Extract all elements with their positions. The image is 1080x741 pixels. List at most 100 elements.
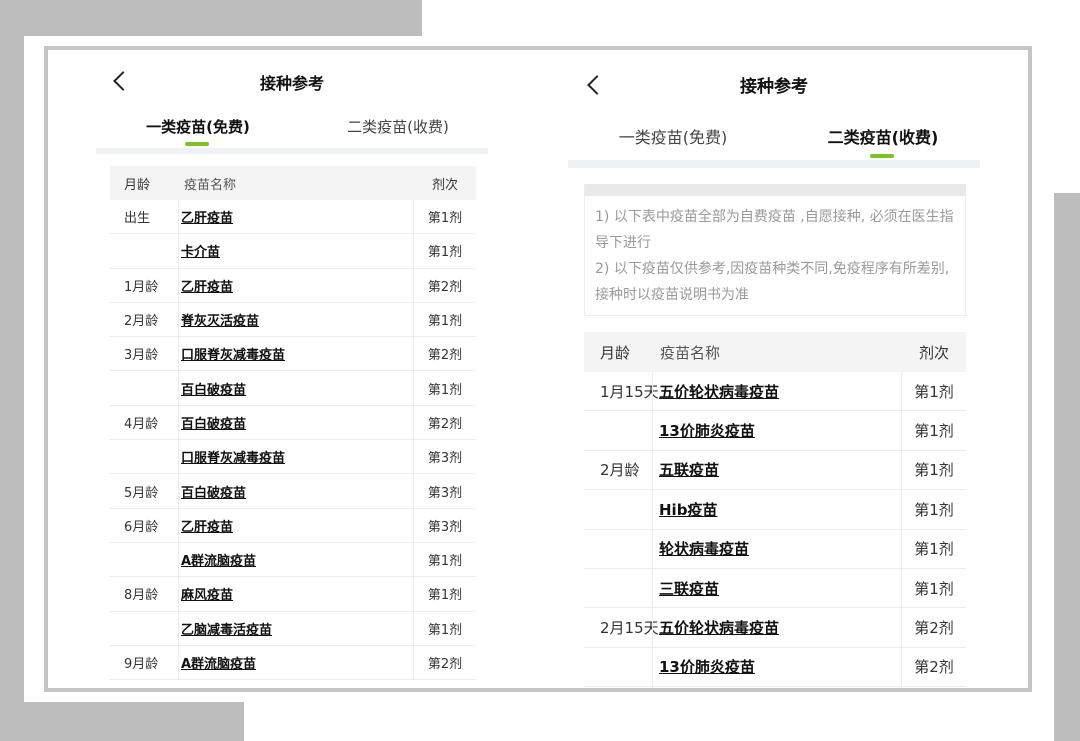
decor-block-top-left xyxy=(0,0,422,36)
table-row: 轮状病毒疫苗 第1剂 xyxy=(584,529,966,569)
table-row: 2月龄 五联疫苗 第1剂 xyxy=(584,450,966,491)
table-row: 1月15天 五价轮状病毒疫苗 第1剂 xyxy=(584,372,966,412)
row-dose: 第1剂 xyxy=(914,382,954,401)
table-row: 8月龄 麻风疫苗 第1剂 xyxy=(110,577,476,612)
left-screen: 接种参考 一类疫苗(免费) 二类疫苗(收费) 月龄 疫苗名称 剂次 出生 乙肝疫苗… xyxy=(48,50,536,688)
table-row: 百白破疫苗 第1剂 xyxy=(110,371,476,406)
notice-top-band xyxy=(585,184,965,196)
row-name-cell: 麻风疫苗 xyxy=(178,577,414,611)
row-dose: 第2剂 xyxy=(914,619,954,638)
row-name-cell: 五价轮状病毒疫苗 xyxy=(652,608,902,647)
vaccine-link[interactable]: 13价肺炎疫苗 xyxy=(659,656,755,677)
row-age: 4月龄 xyxy=(124,416,159,432)
row-name-cell: 脊灰灭活疫苗 xyxy=(178,302,414,337)
page-title: 接种参考 xyxy=(259,74,324,93)
table-row: 13价肺炎疫苗 第1剂 xyxy=(584,411,966,451)
vaccine-link[interactable]: 百白破疫苗 xyxy=(181,482,246,501)
vaccine-link[interactable]: 麻风疫苗 xyxy=(181,584,233,603)
row-dose: 第1剂 xyxy=(427,622,463,638)
vaccine-link[interactable]: 卡介苗 xyxy=(181,241,220,260)
row-name-cell: 百白破疫苗 xyxy=(178,474,414,508)
row-age: 8月龄 xyxy=(124,588,159,604)
header-vaccine-name: 疫苗名称 xyxy=(184,177,237,193)
row-name-cell: 五价轮状病毒疫苗 xyxy=(652,372,902,411)
vaccine-link[interactable]: 口服脊灰减毒疫苗 xyxy=(181,447,285,466)
vaccine-link[interactable]: A群流脑疫苗 xyxy=(181,550,256,569)
header-dose: 剂次 xyxy=(431,177,458,193)
header-dose: 剂次 xyxy=(918,343,949,362)
row-dose: 第3剂 xyxy=(427,451,463,467)
row-name-cell: A群流脑疫苗 xyxy=(178,645,414,680)
table-header: 月龄 疫苗名称 剂次 xyxy=(110,166,476,200)
vaccine-table-free: 月龄 疫苗名称 剂次 出生 乙肝疫苗 第1剂 卡介苗 第1剂 1月龄 乙肝疫苗 第2剂 2月龄脊… xyxy=(110,166,476,688)
decor-block-left xyxy=(0,0,24,741)
row-dose: 第2剂 xyxy=(427,348,463,364)
vaccine-link[interactable]: 乙脑减毒活疫苗 xyxy=(181,619,272,638)
row-name-cell: A群流脑疫苗 xyxy=(178,543,414,577)
tab-bar-separator xyxy=(96,148,488,154)
page-title: 接种参考 xyxy=(740,77,808,97)
vaccine-link[interactable]: 三联疫苗 xyxy=(659,578,719,599)
notice-box: 1) 以下表中疫苗全部为自费疫苗 ,自愿接种, 必须在医生指导下进行 2) 以下… xyxy=(584,184,966,316)
right-screen: 接种参考 一类疫苗(免费) 二类疫苗(收费) 1) 以下表中疫苗全部为自费疫苗 … xyxy=(568,50,1028,688)
tab-paid-vaccines[interactable]: 二类疫苗(收费) xyxy=(328,116,468,137)
row-name-cell: 百白破疫苗 xyxy=(178,371,414,405)
tab-free-vaccines[interactable]: 一类疫苗(免费) xyxy=(128,116,268,137)
active-tab-indicator xyxy=(185,142,209,146)
row-dose: 第2剂 xyxy=(427,279,463,295)
row-age: 2月龄 xyxy=(600,461,640,480)
vaccine-link[interactable]: 乙肝疫苗 xyxy=(181,516,233,535)
decor-block-bottom-left xyxy=(0,702,244,741)
row-dose: 第1剂 xyxy=(427,554,463,570)
table-row: 3月龄 口服脊灰减毒疫苗 第2剂 xyxy=(110,337,476,372)
row-name-cell: 轮状病毒疫苗 xyxy=(652,529,902,568)
row-name-cell: 百白破疫苗 xyxy=(178,405,414,440)
vaccine-link[interactable]: 百白破疫苗 xyxy=(181,379,246,398)
row-name-cell: 乙肝疫苗 xyxy=(178,508,414,542)
vaccine-link[interactable]: 轮状病毒疫苗 xyxy=(659,538,749,559)
table-row: 出生 乙肝疫苗 第1剂 xyxy=(110,200,476,235)
tab-free-vaccines[interactable]: 一类疫苗(免费) xyxy=(598,124,748,148)
row-dose: 第1剂 xyxy=(427,588,463,604)
row-name-cell: 三联疫苗 xyxy=(652,569,902,608)
decor-block-right xyxy=(1054,193,1080,741)
vaccine-link[interactable]: 乙肝疫苗 xyxy=(181,276,233,295)
row-dose: 第1剂 xyxy=(427,245,463,261)
row-name-cell: 五联疫苗 xyxy=(652,450,902,490)
vaccine-link[interactable]: 五联疫苗 xyxy=(659,459,719,480)
vaccine-table-paid: 月龄 疫苗名称 剂次 1月15天 五价轮状病毒疫苗 第1剂 13价肺炎疫苗 第1剂 2月龄… xyxy=(584,332,966,688)
tab-paid-vaccines[interactable]: 二类疫苗(收费) xyxy=(808,124,958,148)
row-age: 3月龄 xyxy=(124,348,159,364)
vaccine-link[interactable]: 口服脊灰减毒疫苗 xyxy=(181,344,285,363)
vaccine-link[interactable]: A群流脑疫苗 xyxy=(181,653,256,672)
vaccine-link[interactable]: 13价肺炎疫苗 xyxy=(659,420,755,441)
header-age: 月龄 xyxy=(600,343,631,362)
row-name-cell: 乙肝疫苗 xyxy=(178,200,414,234)
table-row: 9月龄 A群流脑疫苗 第2剂 xyxy=(110,645,476,681)
row-age: 1月15天 xyxy=(600,382,659,401)
table-row: 1月龄 乙肝疫苗 第2剂 xyxy=(110,268,476,303)
table-row: 乙脑减毒活疫苗 第1剂 xyxy=(110,611,476,646)
vaccine-link[interactable]: 五价轮状病毒疫苗 xyxy=(659,617,779,638)
notice-line-2: 2) 以下疫苗仅供参考,因疫苗种类不同,免疫程序有所差别,接种时以疫苗说明书为准 xyxy=(595,261,950,303)
vaccine-link[interactable]: 脊灰灭活疫苗 xyxy=(181,310,259,329)
table-row: 5月龄 百白破疫苗 第3剂 xyxy=(110,474,476,509)
vaccine-link[interactable]: Hib疫苗 xyxy=(659,499,717,520)
table-row: 4月龄 百白破疫苗 第2剂 xyxy=(110,405,476,441)
vaccine-link[interactable]: 五价轮状病毒疫苗 xyxy=(659,381,779,402)
vaccine-link[interactable]: 百白破疫苗 xyxy=(181,413,246,432)
row-dose: 第1剂 xyxy=(914,461,954,480)
row-name-cell: 13价肺炎疫苗 xyxy=(652,411,902,450)
active-tab-indicator xyxy=(870,154,894,158)
table-row: 2月龄 脊灰灭活疫苗 第1剂 xyxy=(110,302,476,338)
row-name-cell: 口服脊灰减毒疫苗 xyxy=(178,440,414,474)
row-age: 2月15天 xyxy=(600,619,659,638)
row-name-cell: 卡介苗 xyxy=(178,234,414,268)
row-age: 9月龄 xyxy=(124,657,159,673)
row-dose: 第1剂 xyxy=(427,211,463,227)
table-header: 月龄 疫苗名称 剂次 xyxy=(584,332,966,372)
table-row: Hib疫苗 第1剂 xyxy=(584,490,966,530)
screenshot-frame: 接种参考 一类疫苗(免费) 二类疫苗(收费) 月龄 疫苗名称 剂次 出生 乙肝疫苗… xyxy=(44,46,1032,692)
vaccine-link[interactable]: 乙肝疫苗 xyxy=(181,207,233,226)
table-row: 口服脊灰减毒疫苗 第3剂 xyxy=(110,440,476,475)
